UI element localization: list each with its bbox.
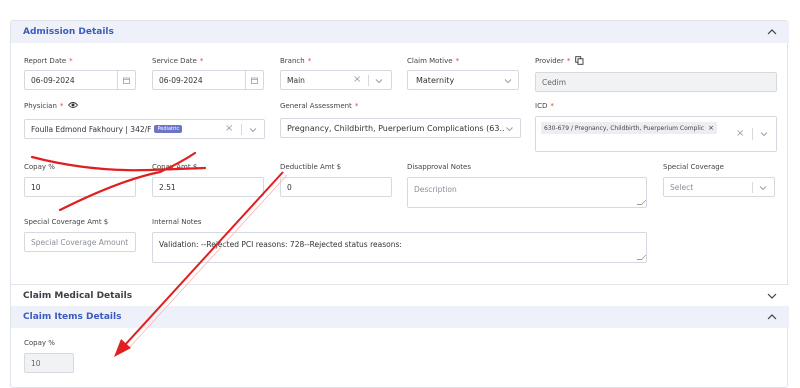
select-divider xyxy=(241,124,242,135)
copay-amt-label: Copay Amt $ xyxy=(152,163,198,171)
icd-chip: 630-679 / Pregnancy, Childbirth, Puerper… xyxy=(541,122,717,134)
claim-motive-select[interactable]: Maternity xyxy=(407,70,519,90)
chevron-down-icon[interactable] xyxy=(767,291,777,301)
copay-pct-field[interactable]: 10 xyxy=(24,177,136,197)
calendar-button[interactable] xyxy=(245,71,263,89)
special-coverage-amt-field[interactable]: Special Coverage Amount xyxy=(24,232,136,252)
general-assessment-label: General Assessment * xyxy=(280,102,359,110)
physician-value: Foulla Edmond Fakhoury | 342/F xyxy=(31,124,152,134)
specialty-badge: Pediatric xyxy=(154,125,183,133)
report-date-field[interactable]: 06-09-2024 xyxy=(24,70,136,90)
chevron-down-icon[interactable] xyxy=(375,77,383,85)
chevron-up-icon[interactable] xyxy=(767,27,777,37)
claim-items-details-title: Claim Items Details xyxy=(23,312,122,322)
admission-details-title: Admission Details xyxy=(23,27,114,37)
chevron-down-icon[interactable] xyxy=(504,77,512,85)
copay-amt-field[interactable]: 2.51 xyxy=(152,177,264,197)
calendar-icon xyxy=(251,77,258,84)
chevron-down-icon[interactable] xyxy=(760,130,768,138)
icd-label: ICD * xyxy=(535,102,554,110)
report-date-value: 06-09-2024 xyxy=(31,75,75,85)
calendar-button[interactable] xyxy=(117,71,135,89)
chevron-down-icon[interactable] xyxy=(249,126,257,134)
special-coverage-label: Special Coverage xyxy=(663,163,724,171)
chevron-down-icon[interactable] xyxy=(759,184,767,192)
service-date-value: 06-09-2024 xyxy=(159,75,203,85)
disapproval-notes-label: Disapproval Notes xyxy=(407,163,471,171)
icd-chip-label: 630-679 / Pregnancy, Childbirth, Puerper… xyxy=(544,124,705,132)
branch-label: Branch * xyxy=(280,57,312,65)
deductible-amt-label: Deductible Amt $ xyxy=(280,163,342,171)
report-date-label: Report Date * xyxy=(24,57,73,65)
calendar-icon xyxy=(123,77,130,84)
internal-notes-textarea[interactable]: Validation: --Rejected PCI reasons: 728-… xyxy=(152,232,647,263)
resize-handle-icon[interactable] xyxy=(636,255,646,260)
select-divider xyxy=(752,182,753,193)
eye-icon[interactable] xyxy=(68,101,78,109)
branch-value: Main xyxy=(287,75,305,85)
clear-icon[interactable]: × xyxy=(353,74,361,85)
clear-icon[interactable]: × xyxy=(736,128,744,139)
disapproval-notes-placeholder: Description xyxy=(414,185,457,194)
special-coverage-amt-label: Special Coverage Amt $ xyxy=(24,218,109,226)
special-coverage-amt-placeholder: Special Coverage Amount xyxy=(31,237,129,247)
select-divider xyxy=(752,128,753,140)
copay-amt-value: 2.51 xyxy=(159,182,176,192)
internal-notes-label: Internal Notes xyxy=(152,218,202,226)
provider-value: Cedim xyxy=(542,77,567,87)
claim-motive-label: Claim Motive * xyxy=(407,57,460,65)
deductible-amt-field[interactable]: 0 xyxy=(280,177,392,197)
items-copay-pct-field: 10 xyxy=(24,353,74,373)
claim-motive-value: Maternity xyxy=(416,75,455,85)
copay-pct-value: 10 xyxy=(31,182,41,192)
physician-select[interactable]: Foulla Edmond Fakhoury | 342/F Pediatric… xyxy=(24,119,265,139)
copay-pct-label: Copay % xyxy=(24,163,55,171)
provider-field: Cedim xyxy=(535,72,777,92)
provider-label: Provider * xyxy=(535,56,584,65)
internal-notes-value: Validation: --Rejected PCI reasons: 728-… xyxy=(159,240,402,249)
chevron-up-icon[interactable] xyxy=(767,312,777,322)
branch-select[interactable]: Main × xyxy=(280,70,392,90)
copy-icon[interactable] xyxy=(575,56,584,65)
special-coverage-select[interactable]: Select xyxy=(663,177,775,197)
claim-medical-details-header[interactable]: Claim Medical Details xyxy=(11,284,789,306)
items-copay-pct-value: 10 xyxy=(31,358,41,368)
general-assessment-select[interactable]: Pregnancy, Childbirth, Puerperium Compli… xyxy=(280,118,521,138)
claim-medical-details-title: Claim Medical Details xyxy=(23,290,133,301)
service-date-field[interactable]: 06-09-2024 xyxy=(152,70,264,90)
general-assessment-value: Pregnancy, Childbirth, Puerperium Compli… xyxy=(287,123,508,133)
claim-items-details-header[interactable]: Claim Items Details xyxy=(11,306,789,328)
deductible-amt-value: 0 xyxy=(287,182,292,192)
disapproval-notes-textarea[interactable]: Description xyxy=(407,177,647,208)
claim-form-card: Admission Details Report Date * 06-09-202… xyxy=(10,20,789,388)
admission-details-header[interactable]: Admission Details xyxy=(11,21,789,43)
special-coverage-placeholder: Select xyxy=(670,182,694,192)
icd-select[interactable]: 630-679 / Pregnancy, Childbirth, Puerper… xyxy=(535,116,777,152)
resize-handle-icon[interactable] xyxy=(636,200,646,205)
service-date-label: Service Date * xyxy=(152,57,204,65)
clear-icon[interactable]: × xyxy=(225,123,233,134)
chevron-down-icon[interactable] xyxy=(505,125,514,133)
select-divider xyxy=(368,75,369,86)
physician-label: Physician * xyxy=(24,102,78,110)
chip-remove-icon[interactable]: × xyxy=(708,124,714,132)
items-copay-pct-label: Copay % xyxy=(24,339,55,347)
